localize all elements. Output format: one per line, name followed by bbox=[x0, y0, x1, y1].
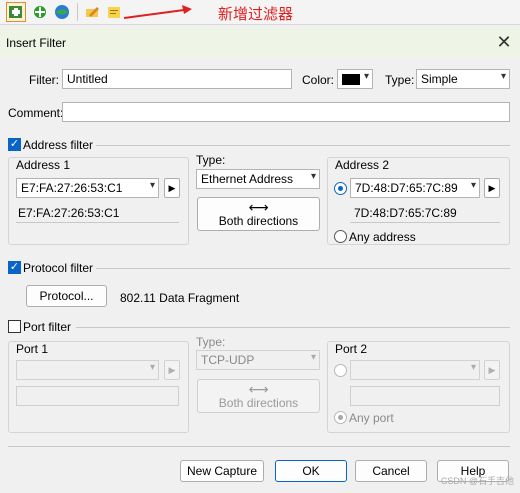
cancel-button[interactable]: Cancel bbox=[355, 460, 427, 482]
section-divider bbox=[96, 145, 510, 146]
filter-label: Filter: bbox=[29, 73, 59, 87]
address2-menu-button[interactable]: ▶ bbox=[484, 178, 500, 198]
chevron-down-icon: ▾ bbox=[363, 71, 369, 82]
address1-select[interactable]: E7:FA:27:26:53:C1 ▾ bbox=[16, 178, 159, 198]
annotation-text: 新增过滤器 bbox=[218, 5, 294, 23]
filter-type-select[interactable]: Simple ▾ bbox=[416, 69, 510, 89]
globe-filter-icon[interactable] bbox=[52, 2, 72, 22]
port-type-label: Type: bbox=[196, 335, 226, 349]
address1-value: E7:FA:27:26:53:C1 bbox=[21, 181, 123, 195]
protocol-filter-label: Protocol filter bbox=[23, 261, 94, 275]
watermark: CSDN @石手吉他 bbox=[440, 476, 514, 486]
address2-select[interactable]: 7D:48:D7:65:7C:89 ▾ bbox=[350, 178, 480, 198]
dialog-title: Insert Filter bbox=[6, 36, 67, 50]
chevron-down-icon: ▾ bbox=[149, 180, 155, 191]
new-filter-icon[interactable] bbox=[6, 2, 26, 22]
address1-menu-button[interactable]: ▶ bbox=[164, 178, 180, 198]
comment-label: Comment: bbox=[8, 106, 64, 120]
chevron-down-icon: ▾ bbox=[500, 71, 506, 82]
section-divider bbox=[76, 327, 510, 328]
address-filter-label: Address filter bbox=[23, 138, 94, 152]
filter-name-input[interactable]: Untitled bbox=[62, 69, 292, 89]
toolbar-separator bbox=[77, 3, 78, 21]
address-type-value: Ethernet Address bbox=[201, 172, 294, 186]
address2-value: 7D:48:D7:65:7C:89 bbox=[355, 181, 458, 195]
double-arrow-icon: ⟷ bbox=[248, 199, 269, 215]
main-toolbar: 新增过滤器 bbox=[0, 0, 520, 25]
address1-title: Address 1 bbox=[16, 158, 71, 172]
address-filter-checkbox[interactable]: ✓ bbox=[8, 138, 21, 151]
port2-menu-button[interactable]: ▶ bbox=[484, 360, 500, 380]
color-picker[interactable]: ▾ bbox=[337, 69, 373, 89]
color-swatch bbox=[342, 74, 360, 85]
color-label: Color: bbox=[302, 73, 335, 87]
new-capture-button[interactable]: New Capture bbox=[180, 460, 264, 482]
any-address-radio[interactable] bbox=[334, 230, 347, 243]
comment-input[interactable] bbox=[62, 102, 510, 122]
port-filter-checkbox[interactable] bbox=[8, 320, 21, 333]
address2-title: Address 2 bbox=[335, 158, 390, 172]
port2-title: Port 2 bbox=[335, 342, 368, 356]
add-filter-icon[interactable] bbox=[30, 2, 50, 22]
chevron-down-icon: ▾ bbox=[310, 171, 316, 182]
port-filter-label: Port filter bbox=[23, 320, 72, 334]
dialog-titlebar: Insert Filter ✕ bbox=[0, 28, 520, 58]
filter-type-value: Simple bbox=[421, 72, 458, 86]
double-arrow-icon: ⟷ bbox=[248, 381, 269, 397]
port1-title: Port 1 bbox=[16, 342, 49, 356]
port-direction-label: Both directions bbox=[218, 396, 299, 410]
address-direction-button[interactable]: ⟷ Both directions bbox=[197, 197, 320, 231]
chevron-down-icon: ▾ bbox=[310, 352, 316, 363]
port1-select[interactable]: ▾ bbox=[16, 360, 159, 380]
port2-select[interactable]: ▾ bbox=[350, 360, 480, 380]
insert-filter-dialog: Filter: Untitled Color: ▾ Type: Simple ▾… bbox=[0, 58, 520, 493]
address1-resolved-underline bbox=[16, 207, 179, 223]
footer-divider bbox=[8, 446, 510, 447]
any-port-radio[interactable] bbox=[334, 411, 347, 424]
chevron-down-icon: ▾ bbox=[470, 180, 476, 191]
any-address-label: Any address bbox=[349, 230, 416, 244]
port-direction-button[interactable]: ⟷ Both directions bbox=[197, 379, 320, 413]
edit-filter-icon[interactable] bbox=[82, 2, 102, 22]
port1-menu-button[interactable]: ▶ bbox=[164, 360, 180, 380]
ok-button[interactable]: OK bbox=[275, 460, 347, 482]
address2-resolved-underline bbox=[350, 207, 500, 223]
address-direction-label: Both directions bbox=[218, 214, 299, 228]
port1-resolved bbox=[16, 386, 179, 406]
address-type-select[interactable]: Ethernet Address ▾ bbox=[196, 169, 320, 189]
port2-resolved bbox=[350, 386, 500, 406]
any-port-label: Any port bbox=[349, 411, 394, 425]
section-divider bbox=[96, 268, 510, 269]
protocol-button[interactable]: Protocol... bbox=[26, 285, 107, 307]
protocol-filter-checkbox[interactable]: ✓ bbox=[8, 261, 21, 274]
chevron-down-icon: ▾ bbox=[470, 362, 476, 373]
type-label: Type: bbox=[385, 73, 415, 87]
address-type-label: Type: bbox=[196, 153, 226, 167]
protocol-value: 802.11 Data Fragment bbox=[120, 291, 240, 305]
port-type-value: TCP-UDP bbox=[201, 353, 255, 367]
port2-specific-radio[interactable] bbox=[334, 364, 347, 377]
close-icon[interactable]: ✕ bbox=[494, 33, 514, 53]
address2-specific-radio[interactable] bbox=[334, 182, 347, 195]
edit-note-icon[interactable] bbox=[104, 2, 124, 22]
port-type-select[interactable]: TCP-UDP ▾ bbox=[196, 350, 320, 370]
annotation-arrow-icon bbox=[123, 5, 192, 19]
chevron-down-icon: ▾ bbox=[149, 362, 155, 373]
